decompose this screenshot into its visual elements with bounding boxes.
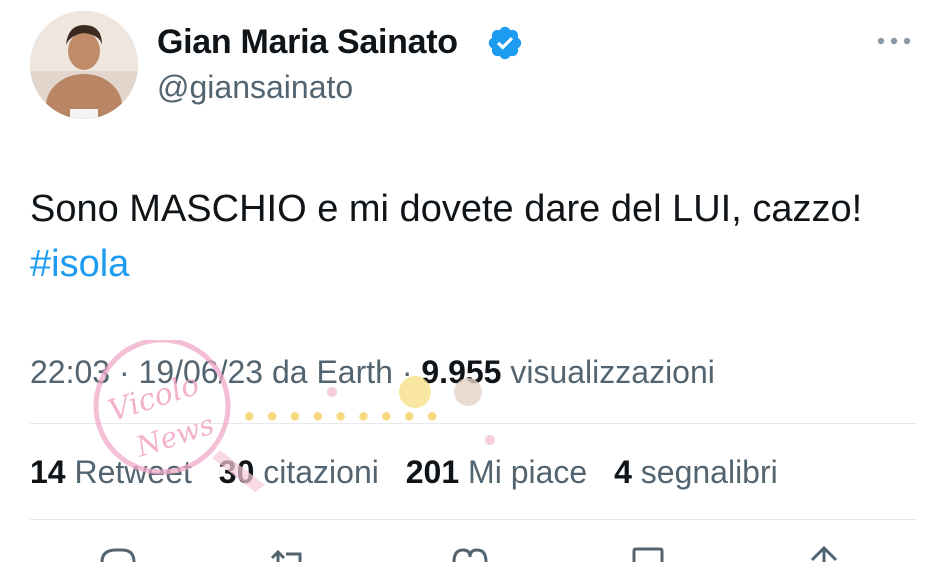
svg-text:● ● ● ● ● ● ● ● ●: ● ● ● ● ● ● ● ● ●	[245, 408, 439, 424]
action-bar	[0, 540, 946, 563]
stat-likes[interactable]: 201 Mi piace	[406, 454, 587, 490]
verified-badge-icon	[486, 24, 524, 62]
tweet-source: da Earth	[263, 354, 393, 390]
tweet-meta: 22:03 · 19/06/23 da Earth · 9.955 visual…	[30, 352, 715, 392]
divider	[30, 423, 916, 424]
views-count: 9.955	[421, 354, 502, 390]
engagement-stats: 14 Retweet 30 citazioni 201 Mi piace 4 s…	[30, 452, 796, 492]
share-icon[interactable]	[800, 540, 848, 562]
hashtag-link[interactable]: #isola	[30, 237, 862, 292]
tweet-body: Sono MASCHIO e mi dovete dare del LUI, c…	[30, 188, 863, 230]
stat-count: 4	[614, 454, 632, 490]
like-icon[interactable]	[446, 540, 494, 563]
stat-label: segnalibri	[631, 454, 778, 490]
stat-count: 201	[405, 454, 460, 490]
divider	[30, 519, 916, 520]
tweet-date[interactable]: 19/06/23	[139, 354, 264, 390]
stat-count: 14	[30, 454, 66, 490]
stat-label: Retweet	[65, 454, 192, 490]
user-handle[interactable]: @giansainato	[157, 68, 353, 106]
tweet-time[interactable]: 22:03	[30, 354, 110, 390]
bookmark-icon[interactable]	[624, 540, 672, 562]
reply-icon[interactable]	[94, 540, 142, 563]
stat-bookmarks[interactable]: 4 segnalibri	[614, 454, 778, 490]
views-label: visualizzazioni	[501, 354, 715, 390]
tweet-text: Sono MASCHIO e mi dovete dare del LUI, c…	[30, 182, 862, 292]
meta-separator: ·	[110, 354, 139, 390]
display-name[interactable]: Gian Maria Sainato	[157, 22, 458, 62]
stat-label: citazioni	[254, 454, 379, 490]
meta-separator: ·	[392, 354, 422, 390]
retweet-icon[interactable]	[266, 540, 314, 562]
stat-label: Mi piace	[459, 454, 588, 490]
profile-photo	[30, 11, 138, 119]
more-dots-icon[interactable]	[872, 26, 916, 56]
avatar[interactable]	[30, 11, 138, 119]
stat-retweets[interactable]: 14 Retweet	[30, 454, 192, 490]
stat-quotes[interactable]: 30 citazioni	[219, 454, 379, 490]
stat-count: 30	[218, 454, 255, 490]
